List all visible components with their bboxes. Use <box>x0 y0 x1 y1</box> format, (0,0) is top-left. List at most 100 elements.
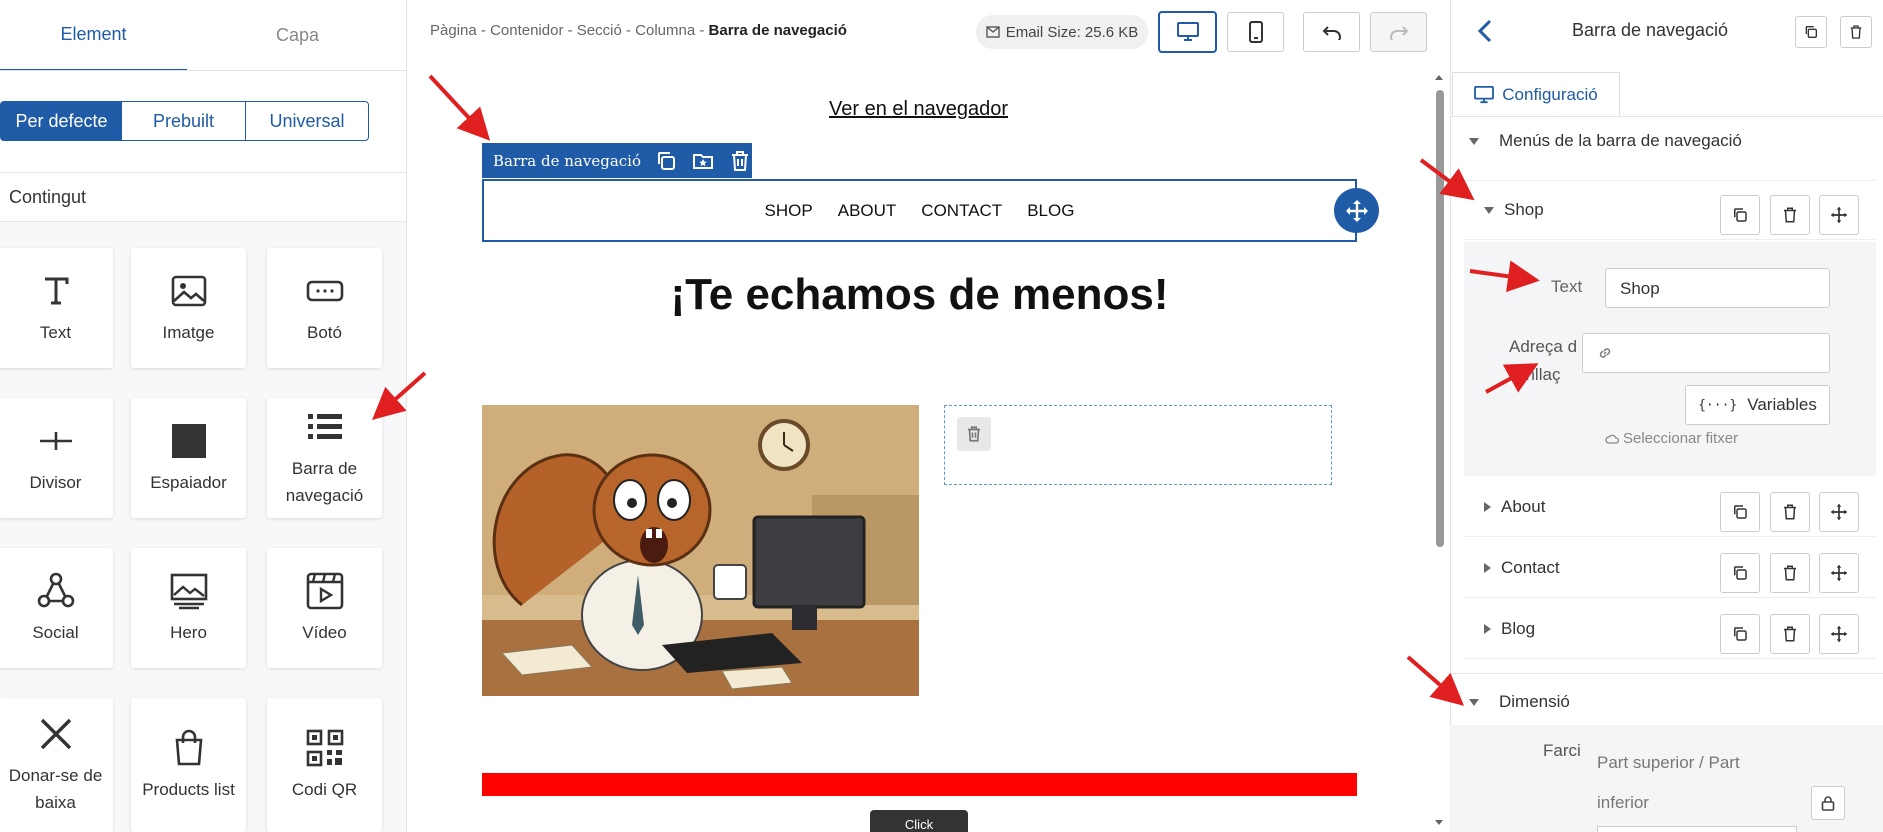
about-delete-button[interactable] <box>1770 492 1810 532</box>
contact-delete-button[interactable] <box>1770 553 1810 593</box>
selected-element-label: Barra de navegació <box>493 151 641 170</box>
shop-duplicate-button[interactable] <box>1720 195 1760 235</box>
breadcrumb-current: Barra de navegació <box>708 22 847 39</box>
view-in-browser-link[interactable]: Ver en el navegador <box>829 98 1008 121</box>
redo-button[interactable] <box>1370 12 1427 52</box>
blog-delete-button[interactable] <box>1770 614 1810 654</box>
shop-move-button[interactable] <box>1819 195 1859 235</box>
bottom-button[interactable]: Click <box>870 810 968 832</box>
desktop-icon <box>1474 85 1495 103</box>
padding-value: Part superior / Part inferior <box>1597 743 1740 823</box>
move-icon <box>1830 503 1848 521</box>
menu-item-label: Blog <box>1501 618 1536 638</box>
move-icon <box>1830 625 1848 643</box>
headline[interactable]: ¡Te echamos de menos! <box>482 270 1357 320</box>
tab-configuration[interactable]: Configuració <box>1452 72 1620 116</box>
navbar-block[interactable]: SHOP ABOUT CONTACT BLOG <box>482 179 1357 242</box>
save-block-icon[interactable] <box>691 149 715 173</box>
nav-item-contact[interactable]: CONTACT <box>921 201 1002 221</box>
desktop-view-button[interactable] <box>1159 12 1216 52</box>
block-label: Social <box>32 622 79 642</box>
block-image[interactable]: Imatge <box>131 248 246 368</box>
contact-duplicate-button[interactable] <box>1720 553 1760 593</box>
empty-column[interactable] <box>944 405 1332 485</box>
block-video[interactable]: Vídeo <box>267 548 382 668</box>
move-icon <box>1830 564 1848 582</box>
menu-item-about[interactable]: About <box>1464 477 1876 537</box>
about-duplicate-button[interactable] <box>1720 492 1760 532</box>
menu-item-blog[interactable]: Blog <box>1464 599 1876 659</box>
breadcrumb-page[interactable]: Pàgina <box>430 22 477 39</box>
cloud-icon <box>1605 434 1619 444</box>
block-unsubscribe[interactable]: Donar-se de baixa <box>0 698 113 832</box>
block-label: Text <box>39 322 72 342</box>
breadcrumb-column[interactable]: Columna <box>635 22 695 39</box>
breadcrumb-section[interactable]: Secció <box>577 22 622 39</box>
move-handle[interactable] <box>1334 188 1379 233</box>
mobile-icon <box>1248 21 1263 43</box>
menu-item-shop[interactable]: Shop <box>1464 180 1876 240</box>
section-divider <box>1450 673 1883 674</box>
bottom-button-label: Click <box>904 817 934 832</box>
block-text[interactable]: Text <box>0 248 113 368</box>
tab-element[interactable]: Element <box>0 0 187 71</box>
block-button[interactable]: Botó <box>267 248 382 368</box>
padding-input-edge[interactable] <box>1597 826 1797 832</box>
delete-icon[interactable] <box>728 149 752 173</box>
breadcrumb-container[interactable]: Contenidor <box>490 22 563 39</box>
block-spacer[interactable]: Espaiador <box>131 398 246 518</box>
trash-icon <box>1784 504 1796 520</box>
squirrel-image[interactable] <box>482 405 919 696</box>
blog-move-button[interactable] <box>1819 614 1859 654</box>
empty-column-delete-button[interactable] <box>957 417 991 451</box>
about-move-button[interactable] <box>1819 492 1859 532</box>
dimension-section-header[interactable]: Dimensió <box>1469 692 1570 712</box>
link-url-input[interactable] <box>1582 333 1830 373</box>
trash-icon <box>1784 565 1796 581</box>
block-label: Imatge <box>162 322 215 342</box>
block-label: Products list <box>142 779 235 799</box>
menu-text-input[interactable]: Shop <box>1605 268 1830 308</box>
block-social[interactable]: Social <box>0 548 113 668</box>
duplicate-element-button[interactable] <box>1795 16 1827 48</box>
block-divider[interactable]: Divisor <box>0 398 113 518</box>
canvas-scroll-thumb[interactable] <box>1436 90 1444 547</box>
block-label: Hero <box>170 622 207 642</box>
delete-element-button[interactable] <box>1840 16 1872 48</box>
nav-item-shop[interactable]: SHOP <box>765 201 813 221</box>
text-field-label: Text <box>1551 277 1583 296</box>
block-hero[interactable]: Hero <box>131 548 246 668</box>
nav-item-about[interactable]: ABOUT <box>838 201 897 221</box>
nav-item-blog[interactable]: BLOG <box>1027 201 1074 221</box>
trash-icon <box>1784 207 1796 223</box>
block-qr-code[interactable]: Codi QR <box>267 698 382 832</box>
navbar-icon <box>307 414 342 439</box>
navbar-menus-section-header[interactable]: Menús de la barra de navegació <box>1469 131 1742 151</box>
duplicate-icon[interactable] <box>654 149 678 173</box>
shop-delete-button[interactable] <box>1770 195 1810 235</box>
segment-default[interactable]: Per defecte <box>0 101 123 141</box>
red-banner[interactable] <box>482 773 1357 796</box>
undo-button[interactable] <box>1303 12 1360 52</box>
menu-item-label: Shop <box>1504 200 1544 219</box>
menu-item-contact[interactable]: Contact <box>1464 538 1876 598</box>
back-arrow-icon[interactable] <box>1476 18 1494 44</box>
contact-move-button[interactable] <box>1819 553 1859 593</box>
select-file-link[interactable]: Seleccionar fitxer <box>1605 430 1738 447</box>
segment-prebuilt[interactable]: Prebuilt <box>122 101 246 141</box>
section-title: Dimensió <box>1499 692 1570 711</box>
block-products-list[interactable]: Products list <box>131 698 246 832</box>
select-file-label: Seleccionar fitxer <box>1623 430 1739 447</box>
block-navbar[interactable]: Barra de navegació <box>267 398 382 518</box>
blog-duplicate-button[interactable] <box>1720 614 1760 654</box>
block-label: Donar-se de baixa <box>8 766 103 812</box>
tab-configuration-label: Configuració <box>1502 84 1598 104</box>
tab-layer[interactable]: Capa <box>204 0 391 71</box>
padding-lock-button[interactable] <box>1811 786 1845 820</box>
segment-universal[interactable]: Universal <box>245 101 369 141</box>
breadcrumb-separator: - <box>621 22 636 39</box>
variables-button[interactable]: {···} Variables <box>1685 385 1830 425</box>
variables-icon: {···} <box>1698 397 1738 413</box>
expand-icon <box>1484 623 1491 634</box>
mobile-view-button[interactable] <box>1227 12 1284 52</box>
